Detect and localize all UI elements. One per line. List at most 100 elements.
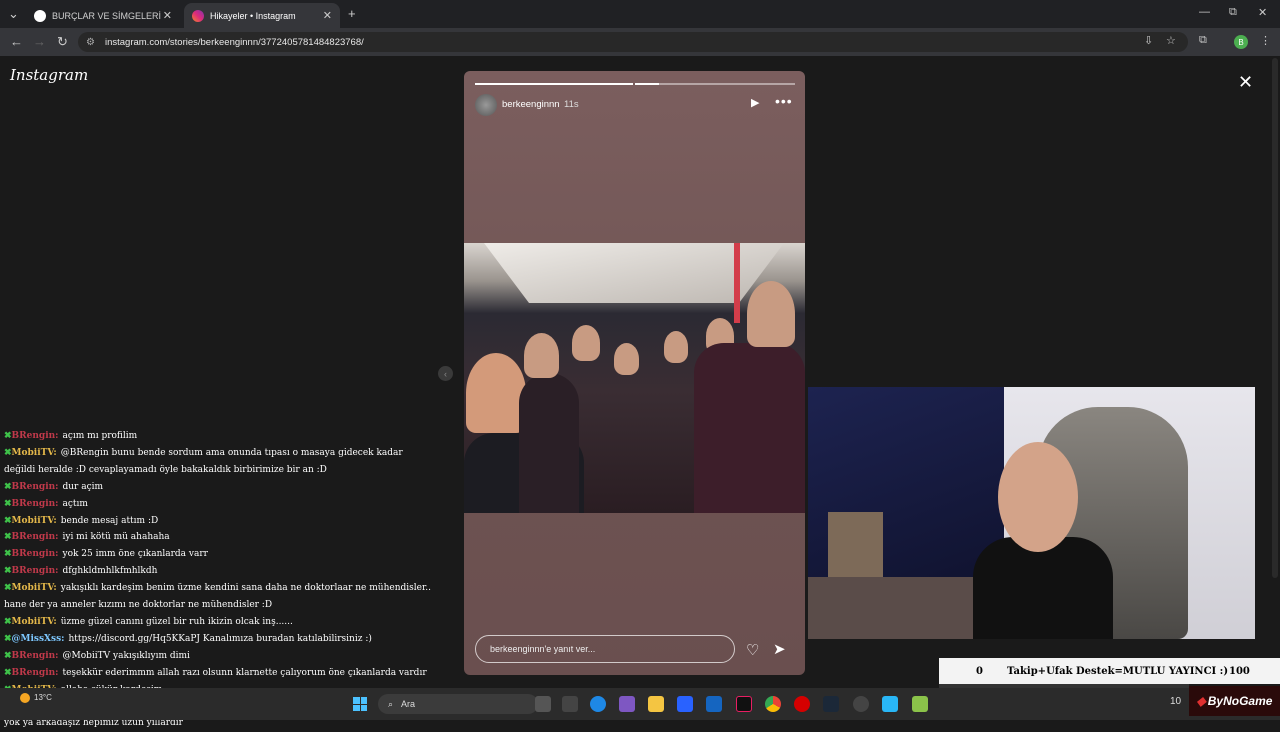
previous-story-button[interactable]: ‹	[438, 366, 453, 381]
chat-badge-icon: ✖	[4, 447, 12, 458]
person-face	[466, 353, 526, 433]
menu-icon[interactable]: ⋮	[1260, 34, 1271, 47]
restore-button[interactable]: ⧉	[1229, 6, 1237, 19]
system-tray[interactable]: 10	[1110, 696, 1181, 707]
task-view-icon[interactable]	[535, 696, 551, 712]
chat-username[interactable]: MobiiTV:	[12, 516, 57, 526]
page-scrollbar[interactable]	[1272, 58, 1278, 578]
new-tab-button[interactable]: +	[348, 6, 356, 21]
chat-badge-icon: ✖	[4, 583, 12, 594]
chat-badge-icon: ✖	[4, 532, 12, 543]
tray-number: 10	[1170, 696, 1182, 707]
chat-username[interactable]: BRengin:	[12, 668, 59, 678]
steam-icon[interactable]	[823, 696, 839, 712]
mail-icon[interactable]	[706, 696, 722, 712]
tab-instagram[interactable]: Hikayeler • Instagram ✕	[184, 3, 340, 28]
extensions-icon[interactable]: ⧉	[1199, 34, 1207, 47]
chat-text: https://discord.gg/Hq5KKaPJ Kanalımıza b…	[68, 633, 372, 644]
chat-username[interactable]: BRengin:	[12, 566, 59, 576]
chat-text: açım mı profilim	[62, 431, 138, 441]
app-icon-2[interactable]	[882, 696, 898, 712]
site-info-icon[interactable]: ⚙	[86, 37, 95, 48]
chat-username[interactable]: BRengin:	[12, 499, 59, 509]
story-avatar[interactable]	[475, 94, 497, 116]
store-icon[interactable]	[677, 696, 693, 712]
app-icon-3[interactable]	[912, 696, 928, 712]
window-close-button[interactable]: ✕	[1258, 6, 1267, 19]
google-icon	[34, 9, 46, 22]
chat-username[interactable]: @MissXss:	[12, 634, 65, 644]
chat-text: yakışıklı kardeşim benim üzme kendini sa…	[60, 583, 431, 594]
chat-message: ✖MobiiTV: üzme güzel canını güzel bir ruh…	[4, 614, 464, 631]
back-button[interactable]: ←	[10, 34, 23, 49]
reply-input[interactable]: berkeenginnn'e yanıt ver...	[475, 635, 735, 663]
chat-text: değildi heralde :D cevaplayamadı öyle ba…	[4, 464, 327, 475]
url-text: instagram.com/stories/berkeenginnn/37724…	[104, 36, 364, 48]
story-username[interactable]: berkeenginnn	[502, 99, 560, 110]
weather-widget[interactable]: 13°C	[20, 693, 52, 703]
send-icon[interactable]: ➤	[773, 640, 786, 658]
chat-username[interactable]: BRengin:	[12, 482, 59, 492]
chat-badge-icon: ✖	[4, 667, 12, 678]
chat-username[interactable]: BRengin:	[12, 431, 59, 441]
framed-portrait	[828, 512, 883, 582]
tiktok-icon[interactable]	[736, 696, 752, 712]
tab-close-icon[interactable]: ✕	[323, 9, 332, 22]
obs-icon[interactable]	[853, 696, 869, 712]
play-icon[interactable]: ▶	[751, 96, 759, 109]
chat-username[interactable]: MobiiTV:	[12, 448, 57, 458]
chat-message: ✖MobiiTV: bende mesaj attım :D	[4, 513, 464, 530]
search-icon: ⌕	[388, 698, 394, 709]
chat-username[interactable]: MobiiTV:	[12, 617, 57, 627]
instagram-icon	[192, 9, 204, 22]
file-explorer-icon[interactable]	[648, 696, 664, 712]
chrome-icon[interactable]	[765, 696, 781, 712]
instagram-logo[interactable]: Instagram	[10, 66, 88, 84]
close-story-button[interactable]: ✕	[1238, 72, 1253, 93]
tab-burclar[interactable]: BURÇLAR VE SİMGELERİ - Goog ✕	[26, 3, 180, 28]
reload-button[interactable]: ↻	[57, 34, 68, 50]
story-viewer[interactable]: berkeenginnn 11s ▶ ••• berkeenginnn'e ya…	[464, 71, 805, 675]
chat-username[interactable]: BRengin:	[12, 532, 59, 542]
tab-search-button[interactable]: ⌄	[8, 6, 19, 22]
goal-text: Takip+Ufak Destek=MUTLU YAYINCI :)	[1007, 665, 1229, 677]
profile-avatar[interactable]: B	[1234, 35, 1248, 49]
goal-current: 0	[976, 665, 983, 677]
person-body	[519, 373, 579, 513]
chat-badge-icon: ✖	[4, 616, 12, 627]
progress-segment-2	[635, 83, 795, 85]
chat-message: ✖BRengin: dfghkldmhlkfmhlkdh	[4, 563, 464, 580]
chat-badge-icon: ✖	[4, 515, 12, 526]
stream-chat: ✖BRengin: açım mı profilim ✖MobiiTV: @BReng…	[4, 428, 464, 732]
windows-start-icon[interactable]	[353, 697, 367, 711]
chat-username[interactable]: BRengin:	[12, 549, 59, 559]
streamer-head	[998, 442, 1078, 552]
taskbar-search[interactable]: ⌕ Ara	[378, 694, 538, 714]
app-icon[interactable]	[562, 696, 578, 712]
chat-username[interactable]: BRengin:	[12, 651, 59, 661]
url-field[interactable]: ⚙ instagram.com/stories/berkeenginnn/377…	[78, 32, 1188, 52]
story-photo	[464, 243, 805, 513]
chat-username[interactable]: MobiiTV:	[12, 583, 57, 593]
chat-message: ✖MobiiTV: yakışıklı kardeşim benim üzme k…	[4, 580, 464, 597]
chat-badge-icon: ✖	[4, 650, 12, 661]
chat-message: hane der ya anneler kızımı ne doktorlar …	[4, 597, 464, 614]
opera-icon[interactable]	[794, 696, 810, 712]
chat-message: ✖BRengin: teşekkür ederimmm allah razı ol…	[4, 665, 464, 682]
progress-segment-1	[475, 83, 633, 85]
edge-icon[interactable]	[590, 696, 606, 712]
bookmark-star-icon[interactable]: ☆	[1166, 34, 1176, 47]
person-body	[694, 343, 805, 513]
tab-close-icon[interactable]: ✕	[163, 9, 172, 22]
install-icon[interactable]: ⇩	[1144, 34, 1153, 47]
minimize-button[interactable]: —	[1199, 6, 1210, 18]
chat-badge-icon: ✖	[4, 498, 12, 509]
more-options-icon[interactable]: •••	[775, 93, 793, 109]
person-face	[572, 325, 600, 361]
forward-button[interactable]: →	[33, 34, 46, 49]
chat-text: yok 25 imm öne çıkanlarda varr	[62, 549, 208, 560]
tab-title: Hikayeler • Instagram	[210, 10, 296, 21]
chat-message: ✖MobiiTV: @BRengin bunu bende sordum ama …	[4, 445, 464, 462]
copilot-icon[interactable]	[619, 696, 635, 712]
heart-icon[interactable]: ♡	[746, 641, 759, 659]
